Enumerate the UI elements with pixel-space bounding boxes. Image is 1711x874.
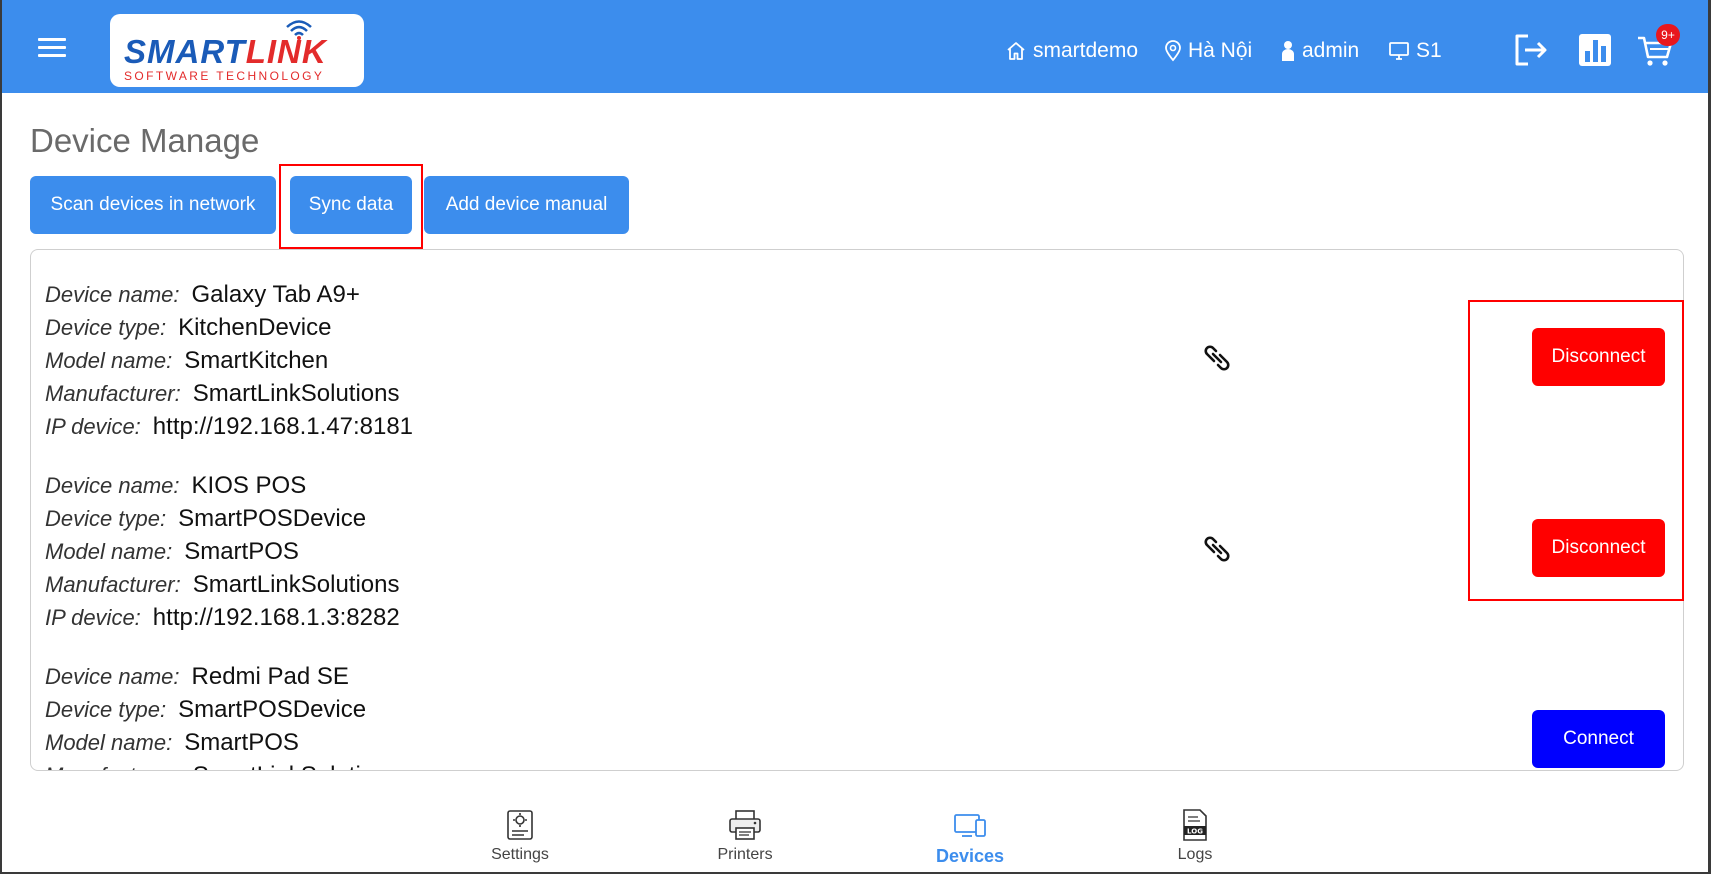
user-name: admin (1302, 39, 1360, 62)
ip-device: http://192.168.1.3:8282 (152, 603, 400, 631)
link-icon (1204, 536, 1230, 562)
device-type: KitchenDevice (178, 313, 332, 341)
scan-devices-button[interactable]: Scan devices in network (30, 176, 276, 234)
store-info: smartdemo (1005, 38, 1138, 64)
manufacturer-row: Manufacturer:SmartLinkSolutions (45, 759, 1665, 771)
hamburger-menu-icon[interactable] (38, 38, 66, 62)
nav-logs-label: Logs (1177, 846, 1213, 863)
nav-printers[interactable]: Printers (685, 790, 805, 872)
user-icon (1282, 41, 1294, 61)
log-file-icon: LOG (1183, 809, 1207, 841)
device-name-row: Device name: Galaxy Tab A9+ (45, 280, 360, 308)
location-name: Hà Nội (1188, 39, 1253, 62)
logo-wordmark: SMARTLINK (124, 33, 327, 70)
cart-badge: 9+ (1656, 24, 1680, 46)
model-name-row: Model name: SmartKitchen (45, 346, 329, 374)
manufacturer: SmartLinkSolutions (192, 570, 400, 598)
user-info: admin (1280, 38, 1359, 64)
location-info: Hà Nội (1164, 38, 1252, 64)
smartlink-logo: SMARTLINK SOFTWARE TECHNOLOGY (110, 14, 364, 87)
highlight-box-sync (279, 164, 423, 249)
ip-device-row: IP device: http://192.168.1.3:8282 (45, 603, 400, 631)
link-icon (1204, 345, 1230, 371)
report-chart-icon[interactable] (1576, 31, 1614, 69)
device-card: Device name: Galaxy Tab A9+ Device type: K… (45, 278, 1665, 468)
page-title: Device Manage (30, 122, 260, 159)
svg-text:LOG: LOG (1187, 828, 1203, 836)
model-name-row: Model name: SmartPOS (45, 537, 299, 565)
device-card: Device name: KIOS POS Device type: SmartPO… (45, 469, 1665, 659)
device-name-row: Device name: Redmi Pad SE (45, 662, 349, 690)
device-type-row: Device type: SmartPOSDevice (45, 504, 367, 532)
device-type-row: Device type: SmartPOSDevice (45, 695, 367, 723)
device-name-row: Device name: KIOS POS (45, 471, 307, 499)
manufacturer: SmartLinkSolutions (192, 379, 400, 407)
model-name-row: Model name: SmartPOS (45, 728, 299, 756)
station-name: S1 (1416, 39, 1442, 62)
monitor-icon (1389, 42, 1409, 60)
device-type: SmartPOSDevice (178, 695, 367, 723)
nav-settings-label: Settings (491, 846, 549, 863)
ip-device-row: IP device: http://192.168.1.47:8181 (45, 412, 414, 440)
add-device-manual-button[interactable]: Add device manual (424, 176, 629, 234)
manufacturer: SmartLinkSolutions (193, 762, 400, 771)
model-name: SmartPOS (184, 728, 299, 756)
top-bar: SMARTLINK SOFTWARE TECHNOLOGY smartdemo … (2, 0, 1708, 93)
printer-icon (729, 810, 761, 840)
device-type-row: Device type: KitchenDevice (45, 313, 332, 341)
bottom-nav: Settings Printers Devices LOG Logs (2, 790, 1708, 872)
settings-doc-icon (507, 810, 533, 840)
manufacturer-row: Manufacturer:SmartLinkSolutions (45, 570, 400, 598)
device-type: SmartPOSDevice (178, 504, 367, 532)
device-name: Galaxy Tab A9+ (191, 280, 360, 308)
device-name: KIOS POS (191, 471, 307, 499)
app-window: SMARTLINK SOFTWARE TECHNOLOGY smartdemo … (2, 0, 1708, 872)
model-name: SmartKitchen (184, 346, 329, 374)
nav-logs[interactable]: LOG Logs (1135, 790, 1255, 872)
model-name: SmartPOS (184, 537, 299, 565)
nav-settings[interactable]: Settings (460, 790, 580, 872)
nav-devices-label: Devices (935, 846, 1005, 866)
manufacturer-row: Manufacturer:SmartLinkSolutions (45, 379, 400, 407)
station-info: S1 (1388, 38, 1442, 64)
device-name: Redmi Pad SE (191, 662, 349, 690)
device-list-panel[interactable]: Device name: Galaxy Tab A9+ Device type: K… (30, 249, 1684, 771)
devices-icon (954, 814, 986, 837)
ip-device: http://192.168.1.47:8181 (152, 412, 414, 440)
location-pin-icon (1165, 40, 1181, 62)
nav-printers-label: Printers (717, 846, 773, 863)
home-icon (1007, 42, 1025, 60)
logo-subtitle: SOFTWARE TECHNOLOGY (124, 69, 325, 83)
nav-devices[interactable]: Devices (910, 790, 1030, 872)
connect-button[interactable]: Connect (1532, 710, 1665, 768)
logout-icon[interactable] (1512, 31, 1550, 69)
device-card: Device name: Redmi Pad SE Device type: Sma… (45, 660, 1665, 771)
highlight-box-disconnect (1468, 300, 1684, 601)
store-name: smartdemo (1033, 39, 1139, 62)
